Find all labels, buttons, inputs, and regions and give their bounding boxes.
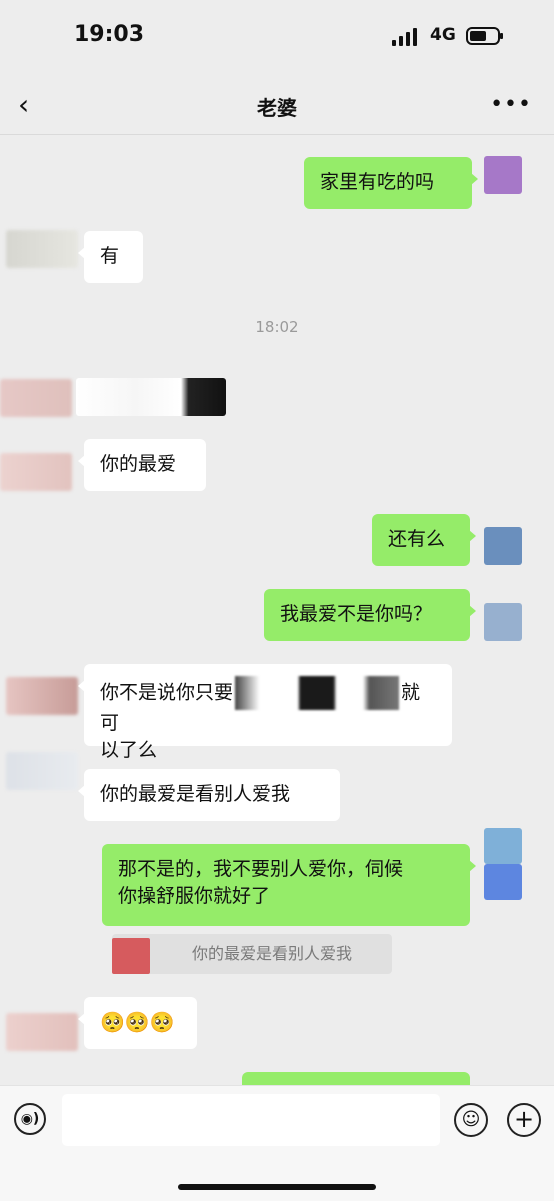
network-label: 4G: [430, 25, 456, 45]
message-text: 我最爱不是你吗？: [280, 603, 433, 625]
message-bubble-incoming[interactable]: 你的最爱: [78, 439, 206, 491]
my-avatar[interactable]: [484, 603, 522, 641]
battery-icon: [466, 27, 503, 45]
message-bubble-incoming[interactable]: 你不是说你只要 就可 以了么: [78, 664, 452, 761]
contact-avatar[interactable]: [0, 379, 72, 417]
message-input[interactable]: [62, 1094, 440, 1146]
message-bubble-outgoing[interactable]: 我最爱不是你吗？: [264, 589, 476, 641]
quoted-message[interactable]: 你的最爱是看别人爱我: [112, 934, 392, 974]
emoji-text: 🥺🥺🥺: [100, 1010, 175, 1034]
contact-avatar[interactable]: [6, 230, 78, 268]
message-bubble-outgoing[interactable]: 家里有吃的吗: [304, 157, 478, 209]
home-indicator: [178, 1184, 376, 1190]
clock: 19:03: [74, 22, 145, 47]
timestamp: 18:02: [255, 318, 299, 336]
message-bubble-incoming[interactable]: 你的最爱是看别人爱我: [78, 769, 340, 821]
message-text-line2: 你操舒服你就好了: [118, 885, 271, 907]
emoji-icon[interactable]: ☺: [454, 1103, 488, 1137]
chat-title: 老婆: [257, 96, 297, 120]
input-bar: ◉) ☺ +: [0, 1085, 554, 1201]
contact-avatar[interactable]: [0, 453, 72, 491]
message-text: 那不是的，我不要别人爱你，伺候: [118, 858, 404, 880]
my-avatar[interactable]: [484, 864, 522, 900]
message-text: 你不是说你只要: [100, 681, 234, 704]
quote-text: 你的最爱是看别人爱我: [192, 944, 353, 963]
chat-header: ‹ 老婆 •••: [0, 76, 554, 135]
my-avatar[interactable]: [484, 156, 522, 194]
contact-avatar[interactable]: [6, 752, 78, 790]
message-text: 你的最爱: [100, 453, 177, 475]
message-text: 你的最爱是看别人爱我: [100, 783, 291, 805]
my-avatar[interactable]: [484, 527, 522, 565]
more-icon[interactable]: •••: [490, 94, 532, 116]
voice-icon[interactable]: ◉): [14, 1103, 46, 1135]
contact-avatar[interactable]: [6, 1013, 78, 1051]
my-avatar[interactable]: [484, 828, 522, 864]
message-text-line2: 以了么: [100, 739, 158, 761]
message-text: 家里有吃的吗: [320, 171, 435, 193]
signal-icon: [392, 28, 422, 46]
quote-thumbnail: [112, 938, 150, 974]
image-message[interactable]: [76, 378, 226, 416]
status-bar: 19:03 4G: [0, 0, 554, 76]
blurred-text: [235, 676, 400, 710]
contact-avatar[interactable]: [6, 677, 78, 715]
message-bubble-outgoing[interactable]: 还有么: [372, 514, 476, 566]
message-text: 还有么: [388, 528, 446, 550]
message-bubble-incoming[interactable]: 有: [78, 231, 143, 283]
message-bubble-incoming[interactable]: 🥺🥺🥺: [78, 997, 197, 1049]
message-bubble-outgoing[interactable]: 那不是的，我不要别人爱你，伺候 你操舒服你就好了: [102, 844, 476, 926]
plus-icon[interactable]: +: [507, 1103, 541, 1137]
message-text: 有: [100, 245, 120, 267]
